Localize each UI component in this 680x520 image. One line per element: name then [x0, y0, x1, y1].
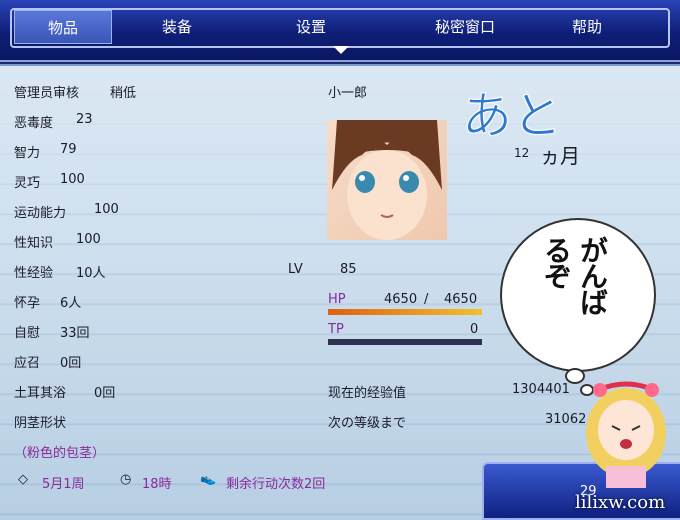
- top-menu-bar: 物品 装备 设置 秘密窗口 帮助: [0, 0, 680, 62]
- hp-separator: /: [424, 292, 429, 307]
- stat-value: 稍低: [110, 86, 137, 101]
- bubble-line-2: るぞ: [540, 236, 573, 288]
- countdown-months: 12: [514, 146, 530, 160]
- tp-value: 0: [470, 322, 479, 337]
- exp-current-value: 1304401: [512, 382, 570, 397]
- exp-current-label: 现在的经验值: [328, 386, 407, 401]
- calendar-icon: ◇: [18, 472, 28, 487]
- stat-label: 阴茎形状: [14, 416, 67, 431]
- stat-label: 怀孕: [14, 296, 41, 311]
- level-value: 85: [340, 262, 357, 277]
- stat-value: 100: [94, 202, 119, 217]
- countdown-word: あと: [462, 87, 563, 146]
- time-value: 18時: [142, 477, 172, 492]
- tp-bar-track: [328, 339, 482, 345]
- hp-max: 4650: [444, 292, 478, 307]
- stat-value: 100: [60, 172, 85, 187]
- hp-value: 4650: [384, 292, 418, 307]
- exp-next-label: 次の等级まで: [328, 416, 407, 431]
- stat-value: 0回: [94, 386, 116, 401]
- hp-bar-track: [328, 309, 482, 315]
- hp-bar-fill: [328, 309, 482, 315]
- stat-label: 性知识: [14, 236, 54, 251]
- clock-icon: ◷: [120, 472, 132, 487]
- stat-label: 管理员审核: [14, 86, 80, 101]
- date-value: 5月1周: [42, 477, 85, 492]
- tab-help[interactable]: 帮助: [538, 10, 636, 44]
- caret-down-icon: [333, 46, 349, 54]
- hp-label: HP: [328, 292, 346, 307]
- face-illustration: [332, 120, 442, 240]
- stat-label: 应召: [14, 356, 41, 371]
- stat-value: 100: [76, 232, 101, 247]
- stat-label: 土耳其浴: [14, 386, 67, 401]
- stat-value: 10人: [76, 266, 106, 281]
- bubble-line-1: がんば: [576, 236, 609, 314]
- extra-tag: （粉色的包茎）: [14, 446, 106, 461]
- tab-equipment[interactable]: 装备: [128, 10, 226, 44]
- stat-label: 灵巧: [14, 176, 41, 191]
- stat-value: 23: [76, 112, 93, 127]
- tab-secret-window[interactable]: 秘密窗口: [416, 10, 514, 44]
- stat-label: 自慰: [14, 326, 41, 341]
- stat-value: 33回: [60, 326, 90, 341]
- stat-label: 运动能力: [14, 206, 67, 221]
- stat-label: 智力: [14, 146, 41, 161]
- mascot-girl-icon: [586, 381, 666, 488]
- actions-remaining: 剩余行动次数2回: [226, 477, 326, 492]
- level-label: LV: [288, 262, 303, 277]
- watermark: lilixw.com: [575, 492, 666, 513]
- stat-label: 性经验: [14, 266, 54, 281]
- stat-value: 0回: [60, 356, 82, 371]
- speech-bubble: がんば るぞ: [500, 218, 656, 372]
- tab-items[interactable]: 物品: [14, 10, 112, 44]
- tab-settings[interactable]: 设置: [262, 10, 360, 44]
- stat-label: 恶毒度: [14, 116, 54, 131]
- shoe-icon: 👟: [200, 472, 217, 487]
- stat-value: 79: [60, 142, 77, 157]
- tp-label: TP: [328, 322, 344, 337]
- countdown-unit: ヵ月: [540, 144, 580, 168]
- character-name: 小一郎: [328, 86, 368, 101]
- character-portrait: [327, 120, 447, 240]
- stat-value: 6人: [60, 296, 82, 311]
